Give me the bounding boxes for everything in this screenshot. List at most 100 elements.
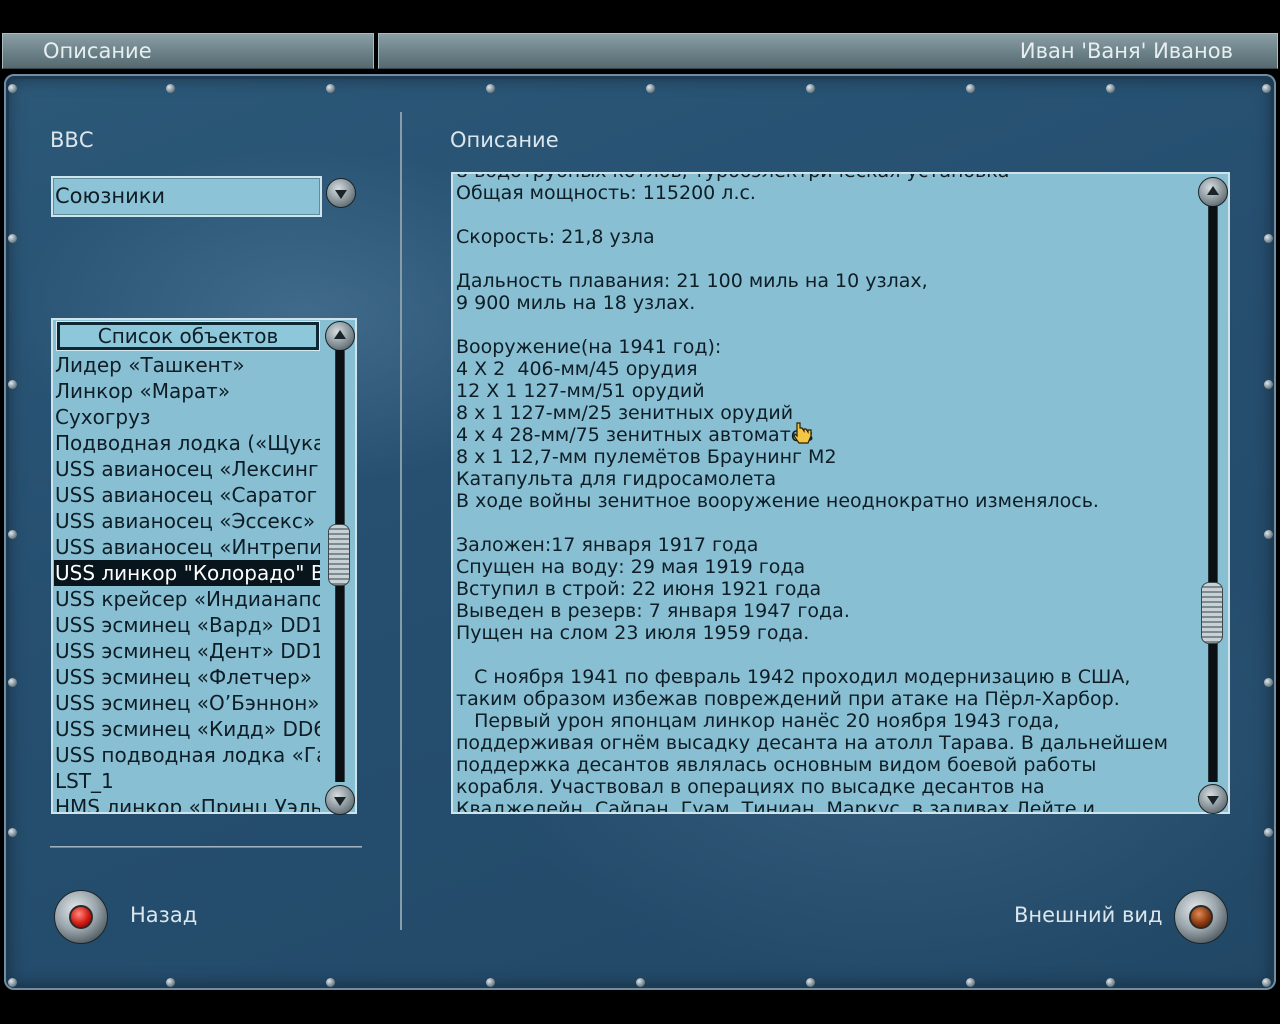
description-line: Скорость: 21,8 узла: [456, 226, 655, 248]
description-line: 4 X 2 406-мм/45 орудия: [456, 358, 698, 380]
text-scroll-track[interactable]: [1208, 206, 1218, 782]
description-line: 8 водотрубных котлов, турбоэлектрическая…: [456, 174, 1192, 182]
rivet-icon: [806, 84, 815, 93]
object-list[interactable]: Список объектов Лидер «Ташкент» Линкор «М…: [51, 318, 357, 814]
rivet-icon: [8, 234, 17, 243]
back-label[interactable]: Назад: [130, 903, 197, 927]
list-item[interactable]: LST_1: [54, 768, 320, 794]
list-item[interactable]: USS эсминец «Вард» DD1: [54, 612, 320, 638]
description-line: таким образом избежав повреждений при ат…: [456, 688, 1120, 710]
description-line: корабля. Участвовал в операциях по высад…: [456, 776, 1045, 798]
rivet-icon: [966, 978, 975, 987]
arrow-down-icon: [1207, 796, 1219, 805]
list-item[interactable]: Подводная лодка («Щука: [54, 430, 320, 456]
text-scroll-thumb[interactable]: [1201, 582, 1223, 644]
description-line: [456, 512, 1192, 534]
rivet-icon: [1264, 234, 1273, 243]
list-item[interactable]: USS подводная лодка «Га: [54, 742, 320, 768]
description-scrollbar[interactable]: [1196, 174, 1228, 814]
list-item[interactable]: USS эсминец «Флетчер»: [54, 664, 320, 690]
rivet-icon: [8, 380, 17, 389]
hand-cursor-icon: [793, 422, 812, 444]
description-line: Первый урон японцам линкор нанёс 20 нояб…: [456, 710, 1060, 732]
list-item[interactable]: USS авианосец «Эссекс»: [54, 508, 320, 534]
rivet-icon: [1262, 978, 1271, 987]
rivet-icon: [8, 530, 17, 539]
list-scroll-thumb[interactable]: [328, 524, 350, 586]
rivet-icon: [806, 978, 815, 987]
description-line: Выведен в резерв: 7 января 1947 года.: [456, 600, 850, 622]
rivet-icon: [1264, 530, 1273, 539]
screen-title: Описание: [2, 33, 374, 69]
description-line: Вооружение(на 1941 год):: [456, 336, 722, 358]
description-line: 8 x 1 127-мм/25 зенитных орудий: [456, 402, 794, 424]
list-item[interactable]: HMS линкор «Принц Уэль: [54, 794, 320, 812]
description-line: [456, 248, 1192, 270]
orange-lamp-icon: [1189, 905, 1213, 929]
rivet-icon: [1106, 978, 1115, 987]
rivet-icon: [8, 978, 17, 987]
description-text: 8 водотрубных котлов, турбоэлектрическая…: [456, 174, 1192, 814]
description-line: Дальность плавания: 21 100 миль на 10 уз…: [456, 270, 928, 292]
faction-select[interactable]: Союзники: [51, 176, 322, 217]
chevron-down-icon: [335, 190, 347, 199]
list-item[interactable]: USS авианосец «Интрепи: [54, 534, 320, 560]
description-line: поддержка десантов являлась основным вид…: [456, 754, 1097, 776]
faction-dropdown-button[interactable]: [326, 178, 356, 208]
description-line: [456, 644, 1192, 666]
object-list-title: Список объектов: [56, 321, 320, 351]
description-line: 9 900 миль на 18 узлах.: [456, 292, 696, 314]
list-item[interactable]: USS эсминец «О’Бэннон»: [54, 690, 320, 716]
list-item[interactable]: USS эсминец «Кидд» DD6: [54, 716, 320, 742]
list-item[interactable]: USS авианосец «Саратог: [54, 482, 320, 508]
list-item[interactable]: Лидер «Ташкент»: [54, 352, 320, 378]
arrow-up-icon: [334, 330, 346, 339]
description-line: Катапульта для гидросамолета: [456, 468, 777, 490]
rivet-icon: [166, 84, 175, 93]
back-button[interactable]: [54, 890, 108, 944]
text-scroll-down-button[interactable]: [1198, 784, 1228, 814]
description-textbox[interactable]: 8 водотрубных котлов, турбоэлектрическая…: [451, 172, 1230, 814]
description-line: 12 X 1 127-мм/51 орудий: [456, 380, 705, 402]
description-line: 4 x 4 28-мм/75 зенитных автоматов: [456, 424, 814, 446]
rivet-icon: [1264, 828, 1273, 837]
list-item[interactable]: USS крейсер «Индианапо: [54, 586, 320, 612]
rivet-icon: [636, 978, 645, 987]
description-heading: Описание: [450, 128, 559, 152]
description-line: С ноября 1941 по февраль 1942 проходил м…: [456, 666, 1131, 688]
rivet-icon: [486, 978, 495, 987]
list-scroll-up-button[interactable]: [325, 321, 355, 351]
description-line: Общая мощность: 115200 л.с.: [456, 182, 756, 204]
rivet-icon: [8, 828, 17, 837]
description-line: [456, 314, 1192, 336]
rivet-icon: [1264, 380, 1273, 389]
object-list-items: Лидер «Ташкент» Линкор «Марат» Сухогруз Под…: [54, 352, 320, 812]
description-line: 8 x 1 12,7-мм пулемётов Браунинг М2: [456, 446, 837, 468]
description-line: Вступил в строй: 22 июня 1921 года: [456, 578, 822, 600]
text-scroll-up-button[interactable]: [1198, 177, 1228, 207]
rivet-icon: [1264, 678, 1273, 687]
rivet-icon: [486, 84, 495, 93]
arrow-down-icon: [334, 797, 346, 806]
rivet-icon: [646, 84, 655, 93]
player-name: Иван 'Ваня' Иванов: [378, 33, 1278, 69]
external-view-button[interactable]: [1174, 890, 1228, 944]
description-line: поддерживая огнём высадку десанта на ато…: [456, 732, 1168, 754]
description-line: Заложен:17 января 1917 года: [456, 534, 759, 556]
arrow-up-icon: [1207, 186, 1219, 195]
rivet-icon: [166, 978, 175, 987]
rivet-icon: [326, 978, 335, 987]
air-force-heading: ВВС: [50, 128, 94, 152]
list-item[interactable]: USS линкор "Колорадо" В: [54, 560, 320, 586]
list-item[interactable]: USS авианосец «Лексинг: [54, 456, 320, 482]
external-view-label[interactable]: Внешний вид: [1014, 903, 1163, 927]
red-lamp-icon: [69, 905, 93, 929]
list-scroll-down-button[interactable]: [325, 785, 355, 815]
description-line: Кваджелейн, Сайпан, Гуам, Тиниан, Маркус…: [456, 798, 1095, 814]
description-line: [456, 204, 1192, 226]
rivet-icon: [966, 84, 975, 93]
list-item[interactable]: Сухогруз: [54, 404, 320, 430]
list-item[interactable]: Линкор «Марат»: [54, 378, 320, 404]
object-list-scrollbar[interactable]: [323, 320, 355, 815]
list-item[interactable]: USS эсминец «Дент» DD1: [54, 638, 320, 664]
